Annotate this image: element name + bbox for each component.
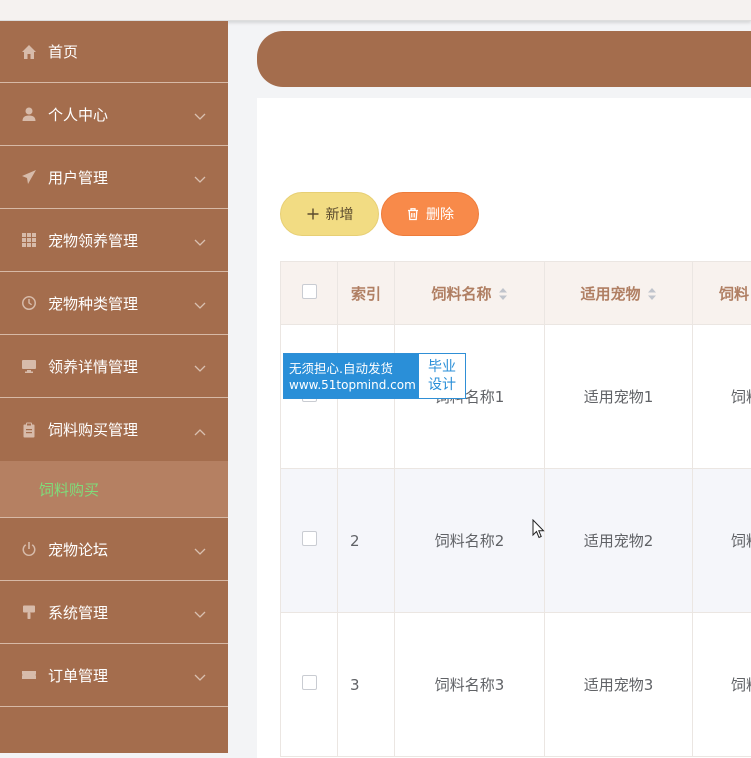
sidebar-item-users[interactable]: 用户管理: [0, 146, 228, 209]
sidebar-item-label: 领养详情管理: [48, 356, 138, 377]
watermark-side-2: 设计: [428, 376, 456, 394]
delete-button[interactable]: 删除: [381, 192, 479, 236]
clock-icon: [20, 294, 38, 312]
sidebar-subitem-label: 饲料购买: [39, 479, 99, 500]
chevron-down-icon: [194, 170, 206, 178]
sidebar-item-profile[interactable]: 个人中心: [0, 83, 228, 146]
cell-name: 饲料名称2: [395, 469, 545, 613]
column-header-index: 索引: [338, 262, 395, 325]
chevron-down-icon: [194, 107, 206, 115]
clipboard-icon: [20, 421, 38, 439]
chevron-down-icon: [194, 296, 206, 304]
sidebar-item-label: 个人中心: [48, 104, 108, 125]
sidebar-item-label: 系统管理: [48, 602, 108, 623]
chevron-up-icon: [194, 422, 206, 430]
cell-index: 3: [338, 613, 395, 757]
chevron-down-icon: [194, 233, 206, 241]
cell-index: 2: [338, 469, 395, 613]
sort-icon[interactable]: [498, 287, 508, 301]
sidebar: 首页 个人中心 用户管理 宠物领养管理 宠物种类管理 领养详情管理 饲料购买管理…: [0, 21, 228, 753]
table-row: 2 饲料名称2 适用宠物2 饲料: [281, 469, 751, 613]
plus-icon: [306, 207, 320, 221]
sidebar-item-feed-purchase-mgmt[interactable]: 饲料购买管理: [0, 398, 228, 461]
trash-icon: [406, 207, 420, 221]
watermark-badge: 无须担心.自动发货 www.51topmind.com 毕业 设计: [283, 353, 466, 399]
cell-extra: 饲料: [693, 325, 751, 469]
sidebar-subitem-feed-purchase[interactable]: 饲料购买: [0, 461, 228, 518]
cell-name: 饲料名称3: [395, 613, 545, 757]
add-button[interactable]: 新增: [280, 192, 379, 236]
sidebar-item-label: 订单管理: [48, 665, 108, 686]
column-header-name[interactable]: 饲料名称: [395, 262, 545, 325]
watermark-slogan: 无须担心.自动发货: [289, 360, 419, 377]
sidebar-item-label: 宠物论坛: [48, 539, 108, 560]
select-all-cell: [281, 262, 338, 325]
sidebar-item-pet-forum[interactable]: 宠物论坛: [0, 518, 228, 581]
power-icon: [20, 540, 38, 558]
ticket-icon: [20, 666, 38, 684]
feed-table: 索引 饲料名称 适用宠物 饲料 饲料名称1 适用宠物1 饲料 2 饲料名称2 适…: [280, 261, 751, 757]
watermark-side-1: 毕业: [428, 358, 456, 376]
sidebar-item-label: 用户管理: [48, 167, 108, 188]
sort-icon[interactable]: [647, 287, 657, 301]
brush-icon: [20, 603, 38, 621]
chevron-down-icon: [194, 542, 206, 550]
cell-pet: 适用宠物2: [545, 469, 693, 613]
sidebar-item-label: 首页: [48, 41, 78, 62]
chevron-down-icon: [194, 668, 206, 676]
cell-pet: 适用宠物3: [545, 613, 693, 757]
sidebar-item-orders[interactable]: 订单管理: [0, 644, 228, 707]
column-header-extra: 饲料: [693, 262, 751, 325]
sidebar-item-adoption-details[interactable]: 领养详情管理: [0, 335, 228, 398]
chevron-down-icon: [194, 359, 206, 367]
sidebar-item-pet-types[interactable]: 宠物种类管理: [0, 272, 228, 335]
row-checkbox[interactable]: [302, 675, 317, 690]
column-header-pet[interactable]: 适用宠物: [545, 262, 693, 325]
chevron-down-icon: [194, 605, 206, 613]
select-all-checkbox[interactable]: [302, 284, 317, 299]
sidebar-item-system[interactable]: 系统管理: [0, 581, 228, 644]
row-checkbox[interactable]: [302, 531, 317, 546]
user-icon: [20, 105, 38, 123]
cell-pet: 适用宠物1: [545, 325, 693, 469]
cell-extra: 饲料: [693, 613, 751, 757]
top-bar: [0, 0, 751, 21]
add-button-label: 新增: [326, 204, 354, 224]
send-icon: [20, 168, 38, 186]
sidebar-item-home[interactable]: 首页: [0, 21, 228, 83]
header-banner: [257, 31, 751, 87]
watermark-url: www.51topmind.com: [289, 377, 419, 393]
sidebar-item-label: 宠物领养管理: [48, 230, 138, 251]
table-header-row: 索引 饲料名称 适用宠物 饲料: [281, 262, 751, 325]
sidebar-item-label: 饲料购买管理: [48, 419, 138, 440]
cell-extra: 饲料: [693, 469, 751, 613]
sidebar-item-pet-adoption[interactable]: 宠物领养管理: [0, 209, 228, 272]
home-icon: [20, 43, 38, 61]
delete-button-label: 删除: [426, 204, 454, 224]
grid-icon: [20, 231, 38, 249]
sidebar-item-label: 宠物种类管理: [48, 293, 138, 314]
mouse-cursor-icon: [532, 519, 546, 539]
monitor-icon: [20, 357, 38, 375]
table-row: 3 饲料名称3 适用宠物3 饲料: [281, 613, 751, 757]
